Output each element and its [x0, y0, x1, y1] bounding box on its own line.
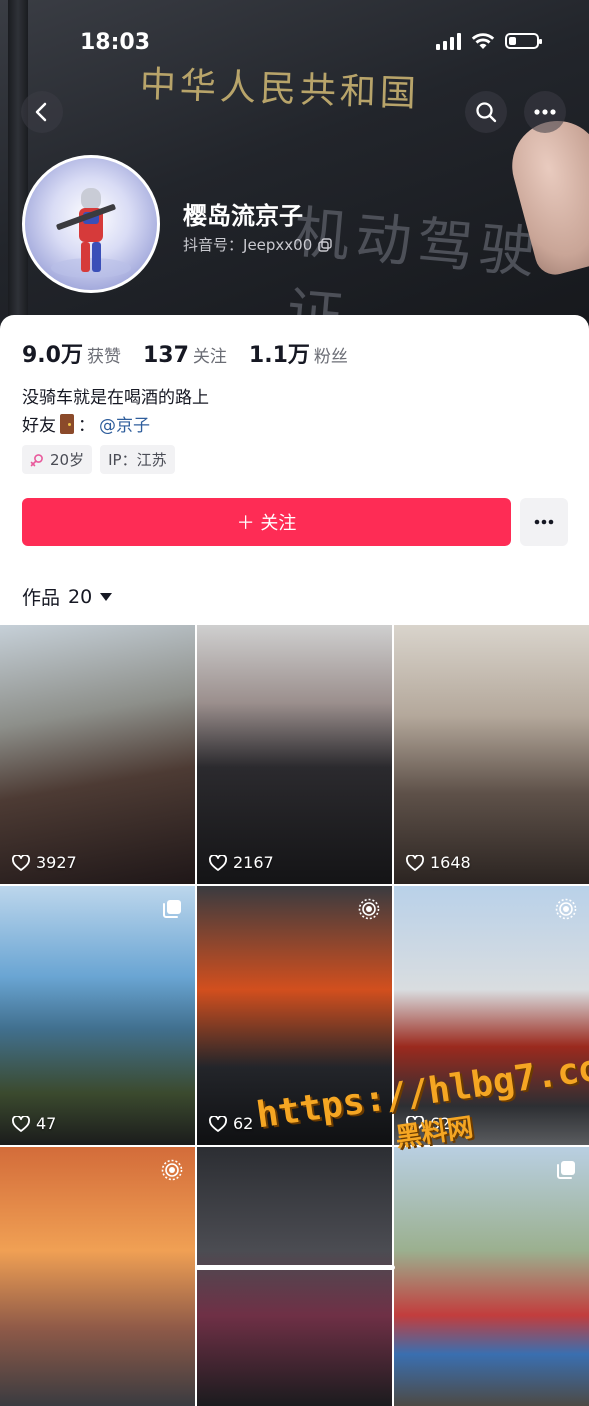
stat-followers-num: 1.1万 — [248, 343, 310, 368]
female-gender-icon — [30, 453, 43, 466]
banner-cover-text-top: 中华人民共和国 — [139, 64, 421, 115]
bio-line-1: 没骑车就是在喝酒的路上 — [22, 388, 209, 408]
friend-mention-link[interactable]: @京子 — [99, 411, 150, 436]
more-options-button[interactable] — [524, 91, 566, 133]
works-label: 作品 — [22, 587, 61, 609]
chevron-left-icon — [35, 102, 47, 122]
multi-image-icon — [161, 898, 183, 920]
stat-following-label: 关注 — [192, 347, 227, 367]
video-tile[interactable] — [0, 1147, 195, 1406]
stat-likes-label: 获赞 — [86, 347, 121, 367]
heart-icon — [12, 854, 30, 871]
video-like-count: 47 — [12, 1114, 56, 1133]
status-icons — [436, 32, 542, 50]
multi-image-icon — [163, 900, 181, 918]
live-photo-icon — [358, 898, 380, 920]
live-photo-icon — [161, 1159, 183, 1181]
video-tile[interactable]: 47 — [0, 886, 195, 1145]
video-like-count: 3927 — [12, 853, 77, 872]
live-photo-icon — [555, 898, 577, 920]
video-tile[interactable]: 3927 — [0, 625, 195, 884]
heart-icon — [12, 1115, 30, 1132]
stat-followers[interactable]: 1.1万 粉丝 — [249, 337, 348, 369]
video-tile[interactable]: 2167 — [197, 625, 392, 884]
age-tag-label: 20岁 — [50, 451, 85, 469]
video-like-count-value: 2167 — [233, 853, 274, 872]
live-photo-icon — [555, 898, 577, 920]
stat-followers-label: 粉丝 — [313, 347, 348, 367]
stats-row: 9.0万 获赞 137 关注 1.1万 粉丝 — [22, 337, 348, 369]
avatar[interactable] — [22, 155, 160, 293]
heart-icon — [406, 854, 424, 871]
stat-following[interactable]: 137 关注 — [143, 342, 227, 368]
stat-following-num: 137 — [142, 343, 189, 368]
bio-line-2: 好友 ： @京子 — [22, 411, 150, 436]
douyin-id-row: 抖音号： Jeepxx00 — [183, 234, 332, 255]
profile-tags: 20岁 IP：江苏 — [22, 445, 175, 474]
bio-separator: ： — [78, 416, 95, 436]
wifi-icon — [471, 33, 495, 49]
caret-down-icon — [100, 592, 113, 601]
live-photo-icon — [161, 1159, 183, 1181]
heart-icon — [209, 854, 227, 871]
follow-button[interactable]: ＋ 关注 — [22, 498, 511, 546]
douyin-id-value: Jeepxx00 — [243, 235, 313, 254]
live-photo-icon — [358, 898, 380, 920]
douyin-id-label: 抖音号： — [183, 236, 244, 254]
video-like-count: 1648 — [406, 853, 471, 872]
works-count: 20 — [68, 585, 93, 608]
video-like-count-value: 47 — [36, 1114, 57, 1133]
status-time: 18:03 — [80, 30, 151, 55]
bio-friend-label: 好友 — [22, 416, 56, 436]
multi-image-icon — [555, 1159, 577, 1181]
video-tile[interactable]: 1648 — [394, 625, 589, 884]
video-like-count-value: 3927 — [36, 853, 77, 872]
username: 樱岛流京子 — [183, 202, 303, 230]
battery-icon — [505, 33, 542, 49]
video-tile[interactable] — [394, 1147, 589, 1406]
more-horizontal-icon — [534, 519, 554, 525]
cellular-signal-icon — [436, 32, 461, 50]
ip-tag-label: IP：江苏 — [108, 451, 167, 469]
stat-likes-num: 9.0万 — [22, 343, 83, 368]
heart-icon — [209, 1115, 227, 1132]
more-horizontal-icon — [534, 109, 556, 115]
avatar-hero-figure-icon — [51, 188, 131, 278]
profile-card: 9.0万 获赞 137 关注 1.1万 粉丝 没骑车就是在喝酒的路上 好友 ： @京子… — [0, 315, 589, 1406]
ip-tag: IP：江苏 — [100, 445, 175, 474]
video-grid: 3927 2167 1648 47 62 62 — [0, 625, 589, 1406]
age-tag: 20岁 — [22, 445, 93, 474]
follow-button-label: ＋ 关注 — [236, 513, 297, 534]
banner-edge-decoration — [8, 0, 28, 340]
video-tile[interactable] — [197, 1147, 392, 1406]
multi-image-icon — [557, 1161, 575, 1179]
stat-likes[interactable]: 9.0万 获赞 — [22, 337, 121, 369]
video-like-count-value: 62 — [233, 1114, 254, 1133]
works-tab[interactable]: 作品 20 — [22, 583, 113, 610]
door-emoji-icon — [60, 413, 74, 434]
video-like-count: 2167 — [209, 853, 274, 872]
home-indicator — [195, 1265, 395, 1270]
video-like-count-value: 1648 — [430, 853, 471, 872]
search-icon — [476, 102, 497, 123]
search-button[interactable] — [465, 91, 507, 133]
back-button[interactable] — [21, 91, 63, 133]
copy-icon[interactable] — [318, 237, 332, 252]
video-like-count: 62 — [209, 1114, 253, 1133]
follow-more-button[interactable] — [520, 498, 568, 546]
